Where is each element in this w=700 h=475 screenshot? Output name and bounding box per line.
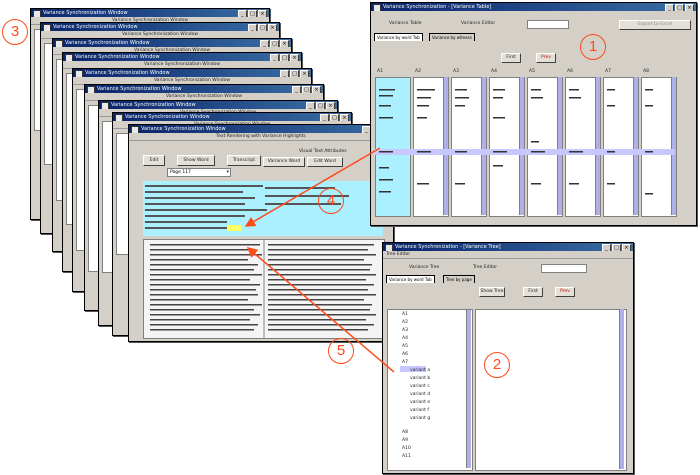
connector-arrows (244, 147, 395, 373)
callout-5: 5 (328, 338, 354, 364)
callout-4: 4 (318, 188, 344, 214)
callout-1: 1 (580, 34, 606, 60)
callout-3: 3 (2, 19, 28, 45)
arrow-table-to-text (244, 147, 381, 227)
arrow-tree-to-text (246, 247, 395, 373)
callout-2: 2 (484, 352, 510, 378)
